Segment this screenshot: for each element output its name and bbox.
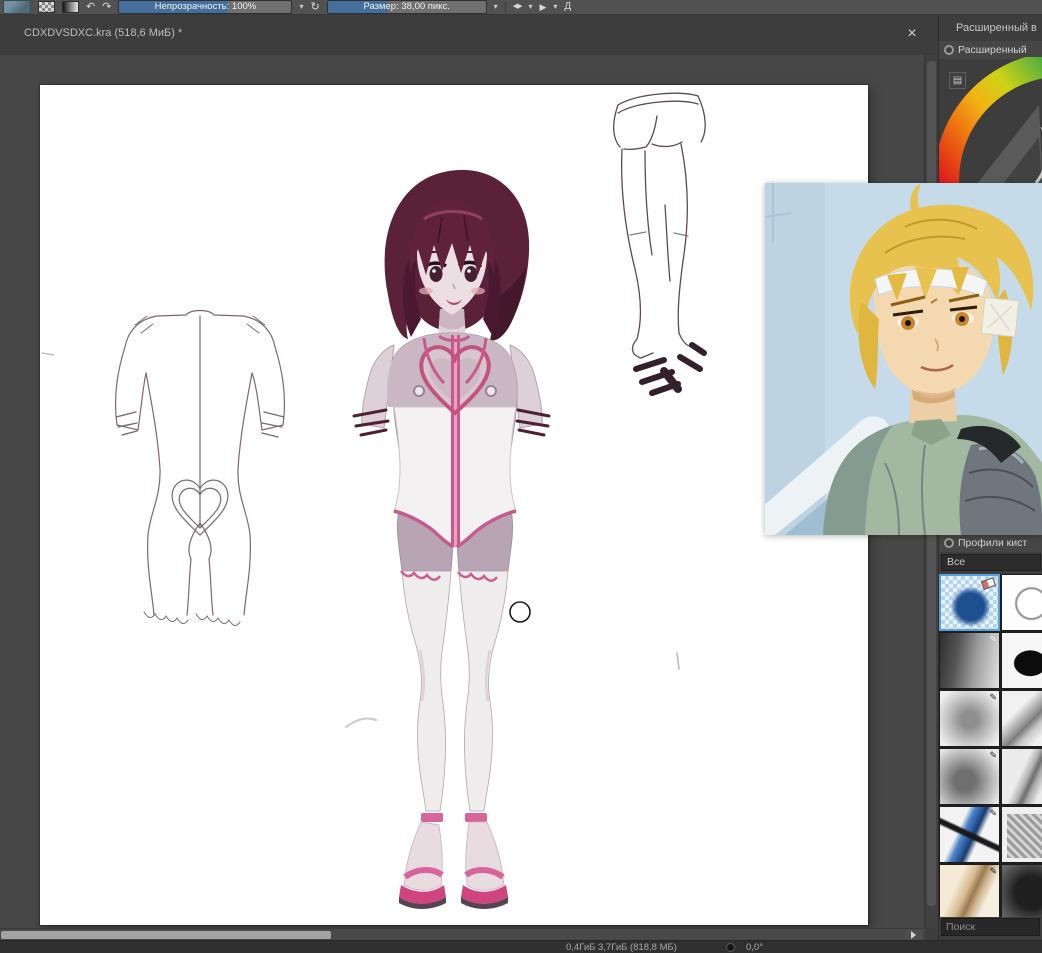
chevron-down-icon[interactable]: ▾: [528, 1, 532, 13]
redo-icon[interactable]: ↷: [102, 1, 111, 13]
opacity-slider[interactable]: Непрозрачность: 100%: [118, 0, 293, 14]
scroll-right-button[interactable]: [905, 930, 922, 940]
pencil-icon: ✎: [989, 750, 997, 760]
docker-handle-icon: [944, 537, 954, 548]
brush-preset-grid: ✎ ✎ ✎ ✎ ✎ ✎ ✎: [939, 574, 1042, 917]
canvas-rotation-text: 0,0°: [746, 942, 764, 953]
character-figure: [352, 169, 551, 909]
memory-usage-text: 0,4ГиБ 3,7ГиБ (818,8 МБ): [566, 942, 677, 953]
memory-progress-icon: [726, 943, 735, 952]
chevron-down-icon[interactable]: ▾: [299, 1, 303, 13]
canvas-artwork[interactable]: [40, 85, 868, 925]
brush-thumbnail: [1002, 749, 1042, 804]
brush-preset-pencil-soft[interactable]: ✎: [939, 748, 1000, 805]
docker-handle-icon: [944, 45, 954, 55]
scroll-right-arrow-icon: [911, 931, 916, 939]
wrap-around-mode-icon[interactable]: Д: [564, 1, 571, 13]
brush-tag-filter-combo[interactable]: Все: [941, 554, 1041, 571]
pattern-swatch-button[interactable]: [38, 1, 55, 13]
brush-preset-ink-wet[interactable]: ✎: [1001, 632, 1042, 689]
brush-thumbnail: [1002, 807, 1042, 862]
pencil-icon: ✎: [989, 866, 997, 876]
painting-flow-icon[interactable]: ▶: [539, 1, 546, 13]
mirror-horizontal-icon[interactable]: ◀▶: [513, 1, 523, 13]
advanced-color-docker-title: Расширенный в: [956, 22, 1037, 34]
toolbar-separator: [504, 1, 506, 13]
brush-thumbnail: [1002, 575, 1042, 630]
list-icon: ▤: [952, 75, 963, 86]
legs-sketch: [613, 92, 707, 396]
krita-window: ↶ ↷ Непрозрачность: 100% ▾ ↻ Размер: 38,…: [0, 0, 1042, 953]
brush-tag-filter-value: Все: [947, 556, 966, 568]
chevron-down-icon[interactable]: ▾: [553, 1, 557, 13]
pencil-icon: ✎: [989, 634, 997, 644]
brush-thumbnail: [1002, 865, 1042, 917]
brush-size-slider-label: Размер: 38,00 пикс.: [363, 1, 450, 12]
stray-marks: [345, 652, 680, 728]
brush-preset-pencil-tan[interactable]: ✎: [939, 864, 1000, 917]
reference-image[interactable]: [765, 183, 1042, 535]
brush-search-input[interactable]: [941, 918, 1040, 936]
brush-cursor: [509, 601, 531, 623]
undo-icon[interactable]: ↶: [86, 1, 95, 13]
brush-preset-soft-round[interactable]: ✎: [939, 690, 1000, 747]
opacity-slider-label: Непрозрачность: 100%: [154, 1, 257, 12]
document-titlebar: CDXDVSDXC.kra (518,6 МиБ) * ×: [0, 15, 938, 56]
back-view-sketch: [41, 309, 286, 626]
status-bar: 0,4ГиБ 3,7ГиБ (818,8 МБ) 0,0°: [0, 940, 1042, 953]
color-selector-settings-button[interactable]: ▤: [949, 72, 966, 89]
reference-image-picture: [765, 183, 1042, 535]
pencil-icon: ✎: [989, 808, 997, 818]
horizontal-scrollbar-thumb[interactable]: [1, 931, 331, 939]
reload-icon[interactable]: ↻: [310, 1, 319, 13]
tool-options-button[interactable]: [3, 0, 31, 14]
close-document-button[interactable]: ×: [902, 24, 922, 44]
brush-preset-pencil-textured[interactable]: ✎: [1001, 806, 1042, 863]
brush-presets-title: Профили кист: [958, 536, 1028, 549]
advanced-color-tab-label: Расширенный: [958, 44, 1027, 56]
brush-presets-docker-header[interactable]: Профили кист: [939, 532, 1042, 552]
brush-preset-charcoal-dark[interactable]: ✎: [1001, 864, 1042, 917]
pencil-icon: ✎: [989, 692, 997, 702]
document-title: CDXDVSDXC.kra (518,6 МиБ) *: [24, 27, 183, 39]
brush-preset-pencil-hb[interactable]: ✎: [1001, 748, 1042, 805]
horizontal-scrollbar[interactable]: [0, 928, 924, 940]
brush-preset-smudge-streak[interactable]: ✎: [1001, 690, 1042, 747]
brush-preset-airbrush-soft[interactable]: ✎: [939, 632, 1000, 689]
brush-thumbnail: [1002, 633, 1042, 688]
brush-preset-ballpoint-blue[interactable]: ✎: [939, 806, 1000, 863]
brush-preset-eraser-circle[interactable]: [1001, 574, 1042, 631]
gradient-swatch-button[interactable]: [62, 1, 79, 13]
brush-size-slider[interactable]: Размер: 38,00 пикс.: [326, 0, 487, 14]
top-toolbar: ↶ ↷ Непрозрачность: 100% ▾ ↻ Размер: 38,…: [0, 0, 1042, 15]
canvas[interactable]: [40, 85, 868, 925]
brush-thumbnail: [1002, 691, 1042, 746]
chevron-down-icon[interactable]: ▾: [494, 1, 498, 13]
brush-preset-eraser-soft[interactable]: [939, 574, 1000, 631]
